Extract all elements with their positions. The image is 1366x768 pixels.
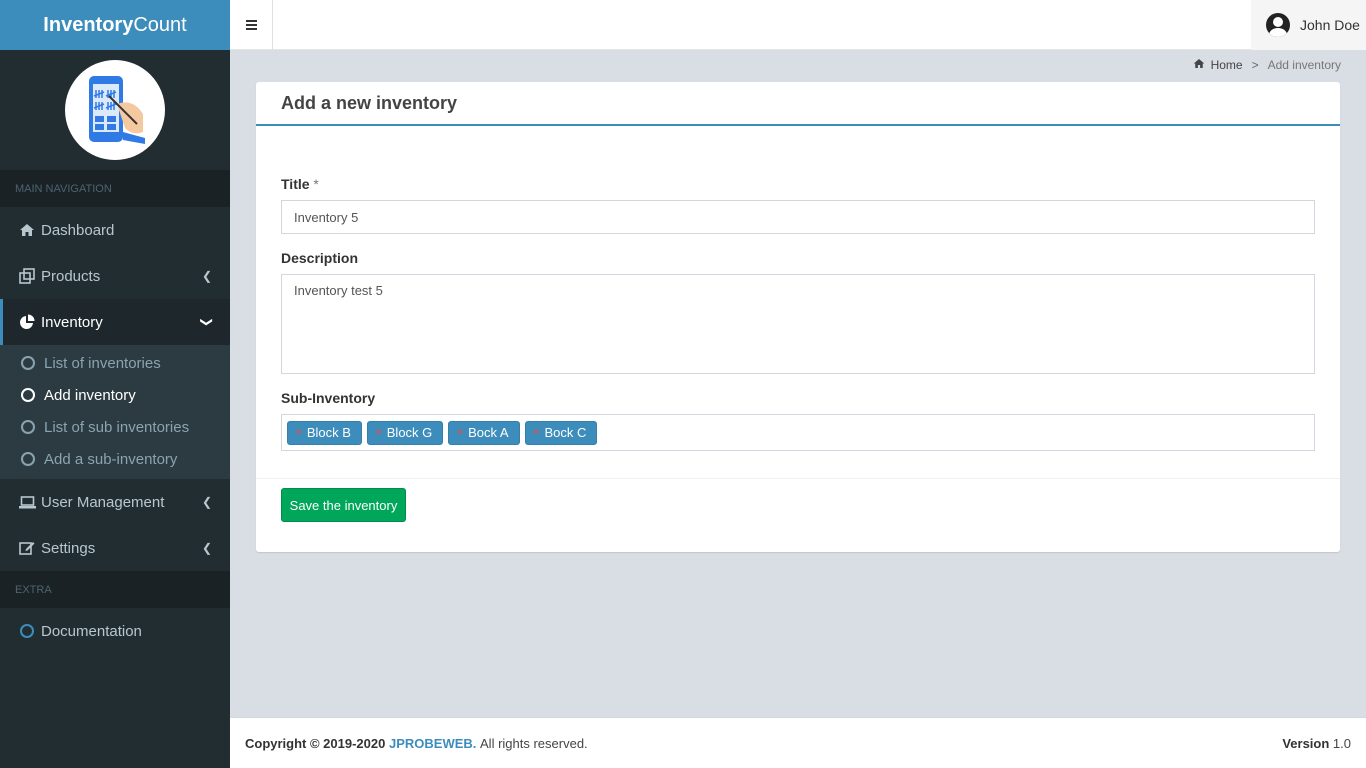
home-icon — [1193, 58, 1205, 72]
sidebar-subitem-add-sub-inventory[interactable]: Add a sub-inventory — [0, 443, 230, 475]
chevron-left-icon: ❮ — [201, 269, 212, 283]
remove-tag-icon[interactable]: × — [376, 427, 382, 438]
remove-tag-icon[interactable]: × — [534, 427, 540, 438]
sidebar-item-label: User Management — [41, 493, 165, 511]
description-label: Description — [281, 250, 359, 266]
add-inventory-card: Add a new inventory Title * Description … — [256, 82, 1340, 552]
sidebar-subitem-label: List of inventories — [44, 354, 161, 372]
sidebar-item-settings[interactable]: Settings ❮ — [0, 525, 230, 571]
sidebar-item-inventory[interactable]: Inventory ❯ — [0, 299, 230, 345]
copyright-text: Copyright © 2019-2020 — [245, 735, 386, 751]
save-inventory-button[interactable]: Save the inventory — [281, 488, 406, 522]
chevron-down-icon: ❯ — [199, 316, 214, 328]
sidebar-item-dashboard[interactable]: Dashboard — [0, 207, 230, 253]
title-input[interactable] — [281, 200, 1315, 234]
page-title: Add a new inventory — [281, 92, 458, 113]
inventory-app-illustration — [65, 60, 165, 160]
inventory-form: Title * Description Inventory test 5 Sub… — [281, 176, 1315, 451]
user-name: John Doe — [1300, 17, 1360, 33]
chevron-left-icon: ❮ — [201, 495, 212, 509]
breadcrumb-home-link[interactable]: Home — [1211, 58, 1243, 72]
pie-chart-icon — [18, 314, 36, 330]
rights-text: All rights reserved. — [480, 735, 588, 751]
sidebar-item-label: Dashboard — [41, 221, 115, 239]
sidebar-subitem-label: List of sub inventories — [44, 418, 190, 436]
sidebar: MAIN NAVIGATION Dashboard Products ❮ Inv… — [0, 50, 230, 768]
version-label: Version — [1282, 735, 1330, 751]
clone-icon — [18, 268, 36, 284]
circle-icon — [21, 356, 35, 370]
user-avatar-icon — [1266, 13, 1290, 37]
sidebar-item-label: Products — [41, 267, 101, 285]
remove-tag-icon[interactable]: × — [296, 427, 302, 438]
sub-inventory-select[interactable]: × Block B × Block G × Bock A × Bock C — [281, 414, 1315, 451]
breadcrumb: Home > Add inventory — [1193, 58, 1341, 72]
home-icon — [18, 223, 36, 237]
sidebar-subitem-add-inventory[interactable]: Add inventory — [0, 379, 230, 411]
brand-link[interactable]: JPROBEWEB. — [389, 736, 476, 751]
tag-chip[interactable]: × Block G — [366, 420, 444, 445]
app-logo[interactable]: Inventory Count — [0, 0, 230, 50]
required-marker: * — [313, 176, 319, 192]
app-name-bold: Inventory — [43, 13, 134, 36]
sidebar-item-products[interactable]: Products ❮ — [0, 253, 230, 299]
sidebar-section-main: MAIN NAVIGATION — [0, 170, 230, 207]
breadcrumb-current: Add inventory — [1267, 58, 1341, 72]
sub-inventory-label: Sub-Inventory — [281, 390, 376, 406]
laptop-icon — [18, 495, 36, 509]
hamburger-icon — [245, 24, 257, 26]
sidebar-item-label: Documentation — [41, 622, 142, 640]
sidebar-item-documentation[interactable]: Documentation — [0, 608, 230, 654]
tag-label: Block G — [386, 425, 433, 440]
sidebar-section-extra: EXTRA — [0, 571, 230, 608]
breadcrumb-separator: > — [1251, 58, 1259, 72]
card-header: Add a new inventory — [256, 82, 1340, 126]
tag-label: Block B — [306, 425, 351, 440]
version-info: Version 1.0 — [1282, 736, 1351, 751]
sidebar-logo — [0, 50, 230, 170]
version-number: 1.0 — [1332, 735, 1351, 751]
app-name-light: Count — [133, 13, 187, 36]
chevron-left-icon: ❮ — [201, 541, 212, 555]
circle-icon — [18, 624, 36, 638]
edit-icon — [18, 540, 36, 556]
sidebar-item-label: Inventory — [41, 313, 103, 331]
inventory-submenu: List of inventories Add inventory List o… — [0, 345, 230, 479]
description-textarea[interactable]: Inventory test 5 — [281, 274, 1315, 374]
remove-tag-icon[interactable]: × — [457, 427, 463, 438]
form-divider — [256, 478, 1340, 479]
tag-chip[interactable]: × Bock C — [524, 420, 598, 445]
sidebar-toggle-button[interactable] — [230, 0, 273, 50]
sidebar-item-user-management[interactable]: User Management ❮ — [0, 479, 230, 525]
tag-chip[interactable]: × Block B — [287, 420, 362, 445]
circle-icon — [21, 420, 35, 434]
circle-icon — [21, 388, 35, 402]
title-label: Title * — [281, 176, 1315, 192]
sidebar-item-label: Settings — [41, 539, 96, 557]
title-label-text: Title — [281, 176, 310, 192]
footer: Copyright © 2019-2020 JPROBEWEB. All rig… — [230, 717, 1366, 768]
tag-label: Bock A — [468, 425, 509, 440]
user-menu[interactable]: John Doe — [1251, 0, 1366, 50]
sidebar-subitem-label: Add inventory — [44, 386, 136, 404]
tag-label: Bock C — [544, 425, 587, 440]
sidebar-subitem-list-sub-inventories[interactable]: List of sub inventories — [0, 411, 230, 443]
sidebar-subitem-list-inventories[interactable]: List of inventories — [0, 347, 230, 379]
tag-chip[interactable]: × Bock A — [448, 420, 520, 445]
circle-icon — [21, 452, 35, 466]
sidebar-subitem-label: Add a sub-inventory — [44, 450, 178, 468]
top-navbar: John Doe — [230, 0, 1366, 50]
